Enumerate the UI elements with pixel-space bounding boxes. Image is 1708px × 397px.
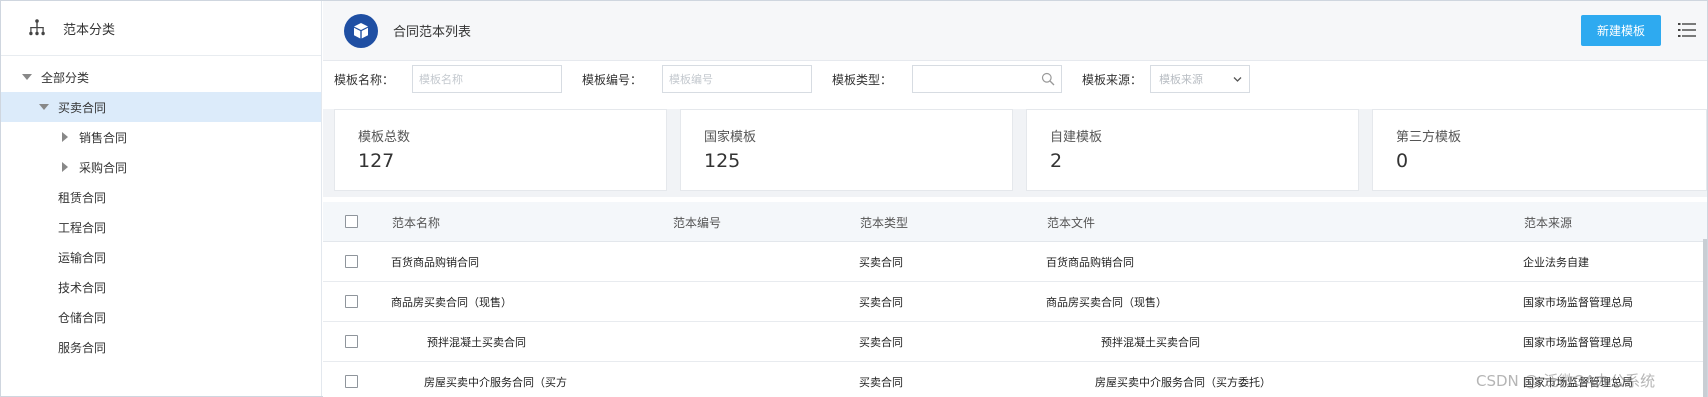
stat-card-third-party: 第三方模板 0	[1372, 109, 1707, 191]
cell-type: 买卖合同	[859, 336, 903, 349]
stat-label: 模板总数	[358, 130, 411, 145]
cell-name: 百货商品购销合同	[391, 256, 479, 269]
column-header-file[interactable]: 范本文件	[1047, 202, 1095, 242]
tree-item[interactable]: 租赁合同	[1, 182, 321, 212]
template-source-select[interactable]: 模板来源	[1150, 65, 1251, 93]
stat-label: 国家模板	[704, 130, 757, 145]
page-title: 合同范本列表	[393, 25, 472, 40]
sidebar-header: 范本分类	[1, 1, 321, 56]
cell-source: 企业法务自建	[1523, 256, 1589, 269]
cell-name: 商品房买卖合同（现售）	[391, 296, 512, 309]
tree-item-label: 技术合同	[58, 280, 107, 295]
template-name-input[interactable]	[412, 65, 563, 93]
caret-down-icon[interactable]	[38, 101, 50, 113]
tree-item-label: 运输合同	[58, 250, 107, 265]
cell-file-link[interactable]: 预拌混凝土买卖合同	[1101, 322, 1200, 362]
watermark: CSDN @ 泛微OA办公系统	[1476, 372, 1656, 390]
cell-type: 买卖合同	[859, 376, 903, 389]
page-header: 合同范本列表 新建模板	[323, 1, 1707, 61]
vertical-scrollbar[interactable]	[1703, 239, 1707, 397]
tree-item[interactable]: 仓储合同	[1, 302, 321, 332]
cell-source: 国家市场监督管理总局	[1523, 336, 1633, 349]
search-icon[interactable]	[1041, 72, 1055, 86]
stat-label: 自建模板	[1050, 130, 1103, 145]
template-type-picker[interactable]	[912, 65, 1063, 93]
template-table: 范本名称 范本编号 范本类型 范本文件 范本来源 百货商品购销合同 买卖合同 百…	[323, 202, 1707, 397]
cell-name: 预拌混凝土买卖合同	[427, 336, 526, 349]
caret-right-icon[interactable]	[59, 131, 71, 143]
row-checkbox[interactable]	[345, 295, 358, 308]
stat-value: 127	[358, 150, 395, 172]
tree-item-label: 销售合同	[79, 130, 128, 145]
column-header-code[interactable]: 范本编号	[673, 202, 721, 242]
row-checkbox[interactable]	[345, 255, 358, 268]
category-tree: 全部分类买卖合同销售合同采购合同租赁合同工程合同运输合同技术合同仓储合同服务合同	[1, 56, 321, 362]
tree-item-label: 买卖合同	[58, 100, 107, 115]
row-checkbox[interactable]	[345, 375, 358, 388]
filter-bar: 模板名称： 模板编号： 模板类型： 模板来源： 模板来源	[323, 61, 1707, 97]
template-code-input[interactable]	[662, 65, 813, 93]
column-header-source[interactable]: 范本来源	[1524, 202, 1572, 242]
stat-card-national: 国家模板 125	[680, 109, 1013, 191]
cell-type: 买卖合同	[859, 296, 903, 309]
stat-value: 125	[704, 150, 741, 172]
cell-type: 买卖合同	[859, 256, 903, 269]
cell-file-link[interactable]: 房屋买卖中介服务合同（买方委托）	[1095, 362, 1271, 397]
table-row[interactable]: 百货商品购销合同 买卖合同 百货商品购销合同 企业法务自建	[323, 242, 1707, 282]
new-template-button[interactable]: 新建模板	[1581, 15, 1661, 46]
tree-item[interactable]: 全部分类	[1, 62, 321, 92]
column-header-type[interactable]: 范本类型	[860, 202, 908, 242]
table-row[interactable]: 商品房买卖合同（现售） 买卖合同 商品房买卖合同（现售） 国家市场监督管理总局	[323, 282, 1707, 322]
template-code-label: 模板编号：	[582, 72, 643, 87]
tree-item-label: 租赁合同	[58, 190, 107, 205]
select-all-checkbox[interactable]	[345, 215, 358, 228]
cell-file-link[interactable]: 商品房买卖合同（现售）	[1046, 282, 1167, 322]
tree-item-label: 工程合同	[58, 220, 107, 235]
tree-item[interactable]: 工程合同	[1, 212, 321, 242]
table-header: 范本名称 范本编号 范本类型 范本文件 范本来源	[323, 202, 1707, 242]
stat-card-custom: 自建模板 2	[1026, 109, 1359, 191]
tree-item-label: 采购合同	[79, 160, 128, 175]
row-checkbox[interactable]	[345, 335, 358, 348]
tree-item[interactable]: 采购合同	[1, 152, 321, 182]
stat-value: 2	[1050, 150, 1063, 172]
table-row[interactable]: 预拌混凝土买卖合同 买卖合同 预拌混凝土买卖合同 国家市场监督管理总局	[323, 322, 1707, 362]
caret-down-icon[interactable]	[21, 71, 33, 83]
tree-item[interactable]: 买卖合同	[1, 92, 321, 122]
tree-item[interactable]: 服务合同	[1, 332, 321, 362]
cell-name: 房屋买卖中介服务合同（买方	[424, 376, 567, 389]
stat-card-total: 模板总数 127	[334, 109, 667, 191]
stats-panel: 模板总数 127 国家模板 125 自建模板 2 第三方模板 0	[323, 109, 1707, 197]
tree-item[interactable]: 销售合同	[1, 122, 321, 152]
tree-item[interactable]: 运输合同	[1, 242, 321, 272]
cube-logo-icon	[344, 13, 378, 48]
tree-item-label: 全部分类	[41, 70, 90, 85]
main-panel: 合同范本列表 新建模板 模板名称： 模板编号： 模板类型： 模板来源： 模板来源	[323, 1, 1707, 397]
cell-file-link[interactable]: 百货商品购销合同	[1046, 242, 1134, 282]
stat-value: 0	[1396, 150, 1409, 172]
template-source-label: 模板来源：	[1082, 72, 1143, 87]
stat-label: 第三方模板	[1396, 130, 1462, 145]
template-source-placeholder: 模板来源	[1159, 73, 1204, 86]
chevron-down-icon	[1233, 77, 1242, 82]
template-name-label: 模板名称：	[334, 72, 395, 87]
tree-item-label: 仓储合同	[58, 310, 107, 325]
column-header-name[interactable]: 范本名称	[392, 202, 440, 242]
list-menu-icon[interactable]	[1678, 22, 1696, 38]
sidebar-title: 范本分类	[63, 22, 116, 38]
tree-structure-icon	[29, 19, 45, 36]
category-sidebar: 范本分类 全部分类买卖合同销售合同采购合同租赁合同工程合同运输合同技术合同仓储合…	[1, 1, 322, 396]
tree-item[interactable]: 技术合同	[1, 272, 321, 302]
template-type-label: 模板类型：	[832, 72, 893, 87]
caret-right-icon[interactable]	[59, 161, 71, 173]
tree-item-label: 服务合同	[58, 340, 107, 355]
cell-source: 国家市场监督管理总局	[1523, 296, 1633, 309]
